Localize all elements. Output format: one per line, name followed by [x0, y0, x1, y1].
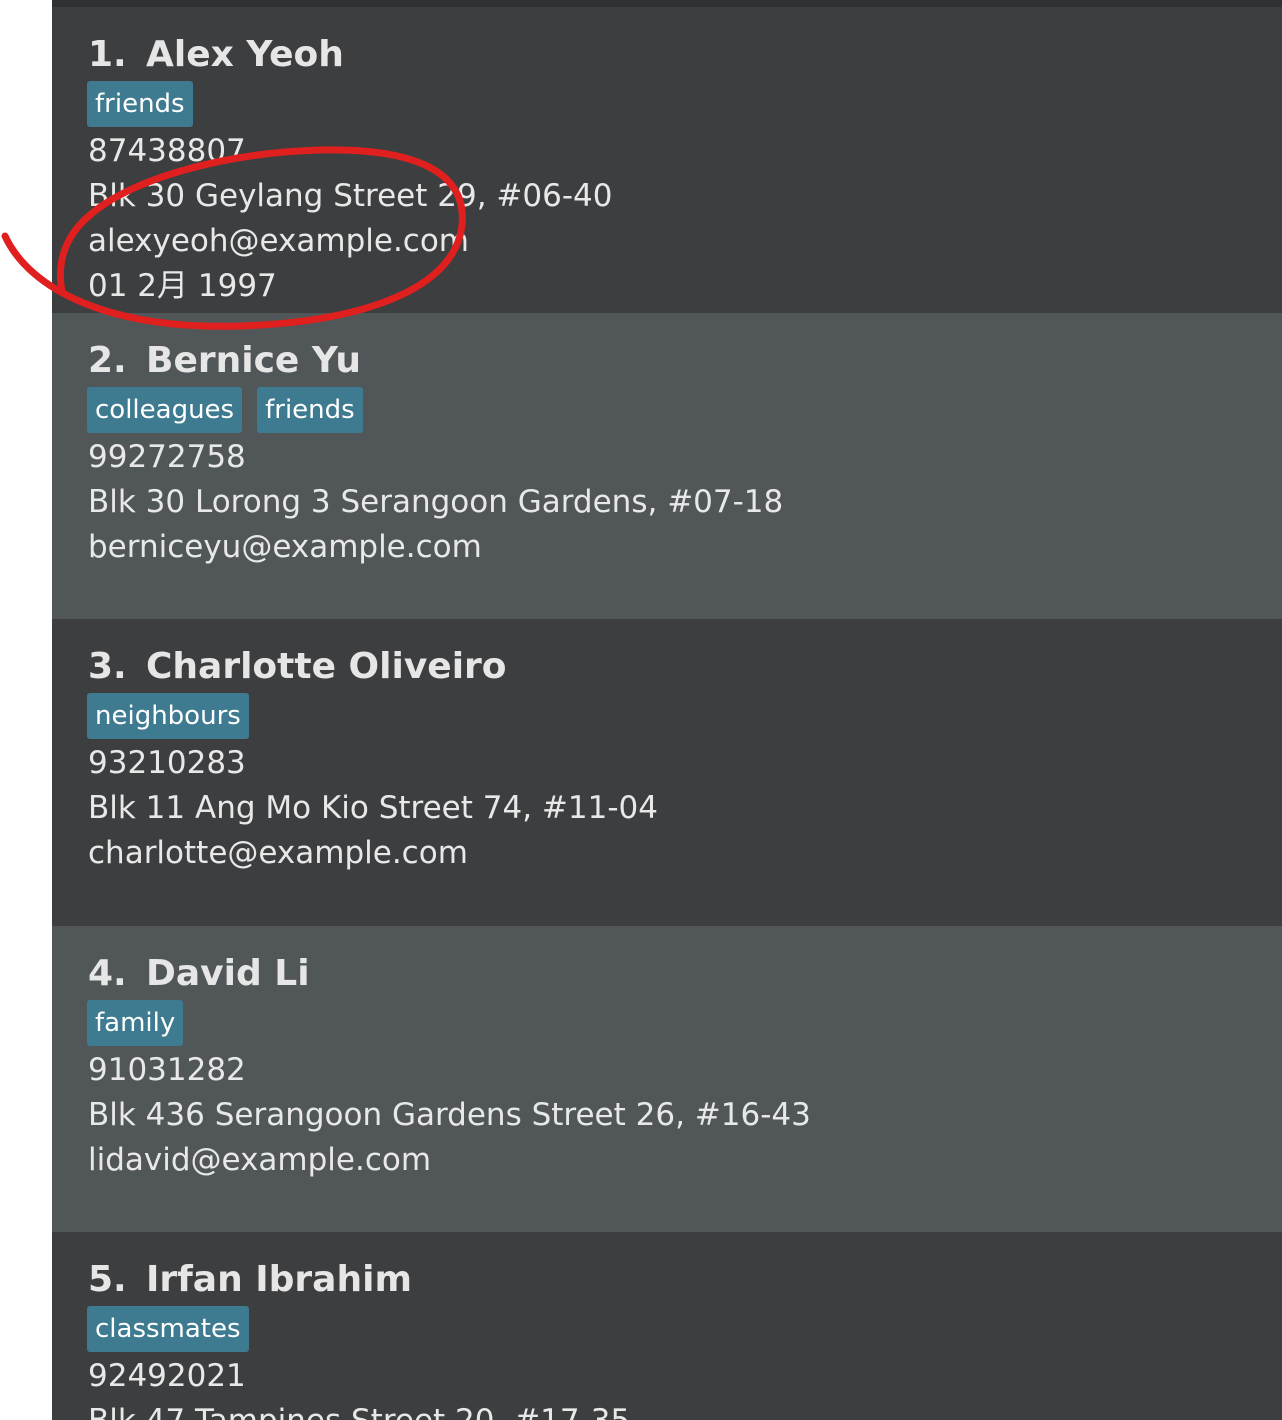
person-list[interactable]: 1. Alex Yeoh friends 87438807 Blk 30 Geyl…	[52, 0, 1282, 1420]
person-phone: 99272758	[88, 439, 246, 475]
list-top-edge	[52, 0, 1282, 7]
tag-list: friends	[87, 81, 208, 127]
person-phone: 87438807	[88, 133, 246, 169]
tag: friends	[257, 387, 363, 433]
person-phone: 93210283	[88, 745, 246, 781]
person-phone: 91031282	[88, 1052, 246, 1088]
person-name: Charlotte Oliveiro	[146, 646, 507, 687]
person-address: Blk 30 Lorong 3 Serangoon Gardens, #07-1…	[88, 484, 784, 520]
person-email: alexyeoh@example.com	[88, 223, 470, 259]
person-name-row: 4. David Li	[88, 946, 310, 1002]
person-card[interactable]: 5. Irfan Ibrahim classmates 92492021 Blk …	[52, 1232, 1282, 1420]
person-address: Blk 11 Ang Mo Kio Street 74, #11-04	[88, 790, 658, 826]
person-card[interactable]: 3. Charlotte Oliveiro neighbours 93210283…	[52, 619, 1282, 925]
tag-list: family	[87, 1000, 198, 1046]
person-card[interactable]: 1. Alex Yeoh friends 87438807 Blk 30 Geyl…	[52, 7, 1282, 313]
person-email: lidavid@example.com	[88, 1142, 432, 1178]
person-name: Irfan Ibrahim	[146, 1259, 412, 1300]
person-name-row: 5. Irfan Ibrahim	[88, 1252, 412, 1308]
person-address: Blk 30 Geylang Street 29, #06-40	[88, 178, 613, 214]
person-card[interactable]: 2. Bernice Yu colleagues friends 99272758 …	[52, 313, 1282, 619]
tag-list: colleagues friends	[87, 387, 378, 433]
person-address: Blk 47 Tampines Street 20, #17-35	[88, 1401, 630, 1420]
person-index: 3.	[88, 646, 127, 687]
person-email: berniceyu@example.com	[88, 529, 482, 565]
tag: neighbours	[87, 693, 249, 739]
tag-list: neighbours	[87, 693, 264, 739]
person-name: David Li	[146, 953, 310, 994]
person-name-row: 1. Alex Yeoh	[88, 27, 344, 83]
person-index: 1.	[88, 34, 127, 75]
person-address: Blk 436 Serangoon Gardens Street 26, #16…	[88, 1097, 811, 1133]
person-index: 4.	[88, 953, 127, 994]
tag-list: classmates	[87, 1306, 264, 1352]
person-name-row: 2. Bernice Yu	[88, 333, 361, 389]
tag: friends	[87, 81, 193, 127]
person-birthday: 01 2月 1997	[88, 268, 277, 304]
person-name-row: 3. Charlotte Oliveiro	[88, 639, 507, 695]
person-name: Bernice Yu	[146, 340, 361, 381]
tag: classmates	[87, 1306, 249, 1352]
person-phone: 92492021	[88, 1358, 246, 1394]
person-card[interactable]: 4. David Li family 91031282 Blk 436 Seran…	[52, 926, 1282, 1232]
person-index: 5.	[88, 1259, 127, 1300]
tag: family	[87, 1000, 184, 1046]
tag: colleagues	[87, 387, 243, 433]
person-email: charlotte@example.com	[88, 835, 468, 871]
person-index: 2.	[88, 340, 127, 381]
person-name: Alex Yeoh	[146, 34, 344, 75]
